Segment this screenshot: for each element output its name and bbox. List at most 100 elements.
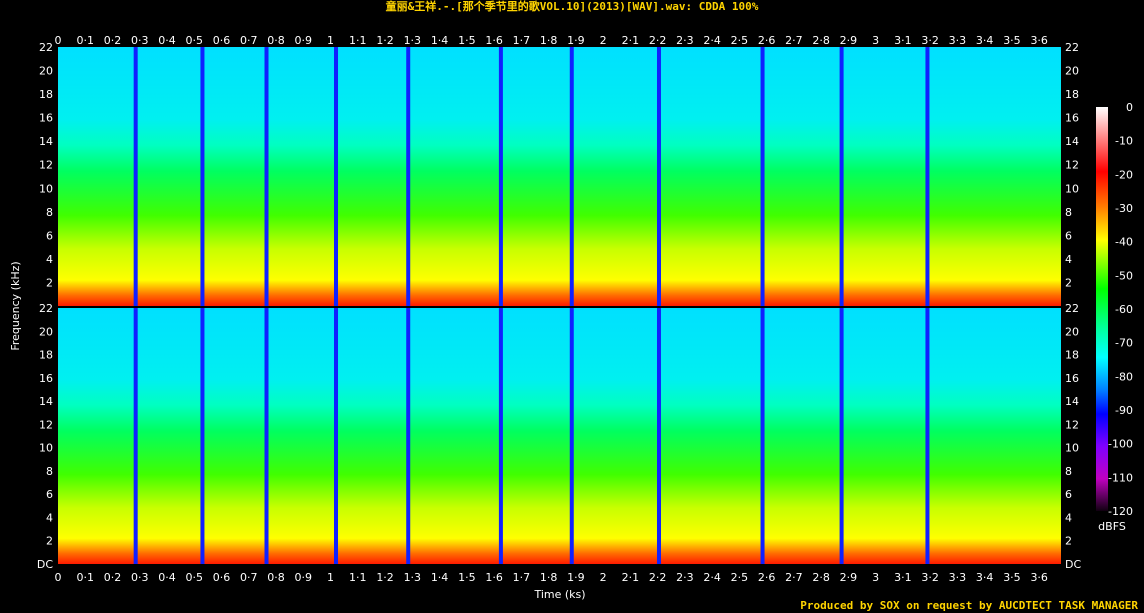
- y-tick-label-bottom-right: 20: [1065, 325, 1079, 338]
- y-tick-label-bottom-right: 10: [1065, 442, 1079, 455]
- colorbar: [1096, 107, 1108, 511]
- x-tick-label-top: 0·7: [240, 34, 258, 47]
- y-tick-label-top-right: 18: [1065, 88, 1079, 101]
- x-tick-label-bottom: 2·3: [676, 571, 694, 584]
- y-tick-label-bottom-left: 8: [46, 465, 53, 478]
- y-tick-label-top-right: 2: [1065, 276, 1072, 289]
- colorbar-tick-label: -80: [1115, 370, 1133, 383]
- x-tick-label-top: 1·3: [404, 34, 422, 47]
- x-tick-label-bottom: 1·5: [458, 571, 476, 584]
- colorbar-ticks: 0 -10 -20 -30 -40 -50 -60 -70 -80 -90 -100 -110 -120: [1108, 101, 1133, 518]
- colorbar-tick-label: -40: [1115, 236, 1133, 249]
- x-tick-label-bottom: 0·3: [131, 571, 149, 584]
- x-tick-label-top: 2·4: [703, 34, 721, 47]
- track-boundary-bottom: [656, 308, 661, 564]
- x-tick-label-top: 2·3: [676, 34, 694, 47]
- y-tick-label-top-left: 20: [39, 65, 53, 78]
- x-tick-label-top: 3·3: [949, 34, 967, 47]
- colorbar-tick-label: -110: [1108, 471, 1133, 484]
- y-tick-label-top-left: 18: [39, 88, 53, 101]
- y-tick-label-top-left: 2: [46, 276, 53, 289]
- x-tick-label-top: 3: [872, 34, 879, 47]
- x-tick-label-bottom: 1·8: [540, 571, 558, 584]
- x-tick-label-top: 0·4: [158, 34, 176, 47]
- colorbar-tick-label: -60: [1115, 303, 1133, 316]
- x-tick-label-top: 3·6: [1030, 34, 1048, 47]
- y-axis-label: Frequency (kHz): [9, 261, 22, 350]
- track-boundary-top: [656, 47, 661, 306]
- y-tick-label-bottom-left: 10: [39, 442, 53, 455]
- colorbar-tick-label: 0: [1126, 101, 1133, 114]
- track-boundary-bottom: [406, 308, 411, 564]
- x-tick-label-top: 2·2: [649, 34, 667, 47]
- y-tick-label-top-left: 14: [39, 135, 53, 148]
- x-tick-label-bottom: 3·6: [1030, 571, 1048, 584]
- track-boundary-top: [925, 47, 930, 306]
- track-boundary-top: [569, 47, 574, 306]
- spectrogram-chart: 0 0 0·1 0·1 0·2 0·2 0·3 0·3 0·4 0·4 0·5 0·5 0·6 0·6 0·…: [9, 34, 1133, 601]
- x-tick-label-top: 1·9: [567, 34, 585, 47]
- x-tick-label-bottom: 2·2: [649, 571, 667, 584]
- spectrogram-right-channel: [58, 308, 1061, 564]
- x-tick-label-bottom: 3·5: [1003, 571, 1021, 584]
- y-tick-label-top-left: 22: [39, 41, 53, 54]
- y-tick-label-bottom-left: 16: [39, 372, 53, 385]
- y-tick-label-bottom-left: 12: [39, 418, 53, 431]
- x-tick-label-top: 0: [55, 34, 62, 47]
- x-tick-label-top: 1·5: [458, 34, 476, 47]
- y-tick-label-bottom-left: 22: [39, 302, 53, 315]
- y-tick-label-bottom-right: 22: [1065, 302, 1079, 315]
- x-tick-label-bottom: 1·4: [431, 571, 449, 584]
- x-tick-label-top: 1·2: [376, 34, 394, 47]
- x-tick-label-top: 0·6: [213, 34, 231, 47]
- x-tick-label-bottom: 0·2: [104, 571, 122, 584]
- y-tick-label-bottom-left: DC: [37, 558, 53, 571]
- y-tick-label-bottom-left: 4: [46, 511, 53, 524]
- track-boundary-top: [334, 47, 339, 306]
- track-boundary-top: [498, 47, 503, 306]
- track-boundary-top: [839, 47, 844, 306]
- x-tick-label-bottom: 0·8: [267, 571, 285, 584]
- x-tick-label-bottom: 2·6: [758, 571, 776, 584]
- x-axis-label: Time (ks): [533, 588, 585, 601]
- y-tick-label-top-left: 8: [46, 206, 53, 219]
- x-tick-label-bottom: 2·1: [622, 571, 640, 584]
- x-tick-label-top: 0·2: [104, 34, 122, 47]
- y-tick-label-top-right: 22: [1065, 41, 1079, 54]
- x-tick-label-bottom: 3·1: [894, 571, 912, 584]
- x-tick-label-bottom: 3·4: [976, 571, 994, 584]
- x-tick-label-bottom: 0·5: [186, 571, 204, 584]
- y-tick-label-bottom-left: 18: [39, 349, 53, 362]
- track-boundary-bottom: [133, 308, 138, 564]
- x-tick-label-bottom: 3·2: [921, 571, 939, 584]
- x-tick-label-top: 3·2: [921, 34, 939, 47]
- x-tick-label-bottom: 0·9: [295, 571, 313, 584]
- colorbar-tick-label: -50: [1115, 269, 1133, 282]
- x-tick-label-bottom: 2: [600, 571, 607, 584]
- x-tick-label-bottom: 1: [327, 571, 334, 584]
- colorbar-tick-label: -10: [1115, 135, 1133, 148]
- x-tick-label-top: 1·4: [431, 34, 449, 47]
- y-tick-label-top-right: 14: [1065, 135, 1079, 148]
- x-tick-label-top: 1·6: [485, 34, 503, 47]
- footer-credit: Produced by SOX on request by AUCDTECT T…: [800, 599, 1138, 612]
- track-boundary-top: [406, 47, 411, 306]
- y-tick-label-bottom-right: 8: [1065, 465, 1072, 478]
- y-tick-label-bottom-right: 14: [1065, 395, 1079, 408]
- y-tick-label-bottom-right: 18: [1065, 349, 1079, 362]
- x-tick-label-bottom: 1·9: [567, 571, 585, 584]
- colorbar-tick-label: -70: [1115, 337, 1133, 350]
- x-tick-label-bottom: 0·7: [240, 571, 258, 584]
- x-tick-label-bottom: 3·3: [949, 571, 967, 584]
- track-boundary-top: [760, 47, 765, 306]
- y-tick-label-top-left: 4: [46, 253, 53, 266]
- x-tick-label-top: 0·5: [186, 34, 204, 47]
- colorbar-label: dBFS: [1098, 520, 1126, 533]
- x-tick-label-top: 2·9: [840, 34, 858, 47]
- x-tick-label-top: 2·7: [785, 34, 803, 47]
- x-tick-label-top: 0·8: [267, 34, 285, 47]
- y-tick-label-top-right: 8: [1065, 206, 1072, 219]
- x-tick-label-top: 3·5: [1003, 34, 1021, 47]
- y-tick-label-top-left: 10: [39, 182, 53, 195]
- y-tick-label-bottom-right: 4: [1065, 511, 1072, 524]
